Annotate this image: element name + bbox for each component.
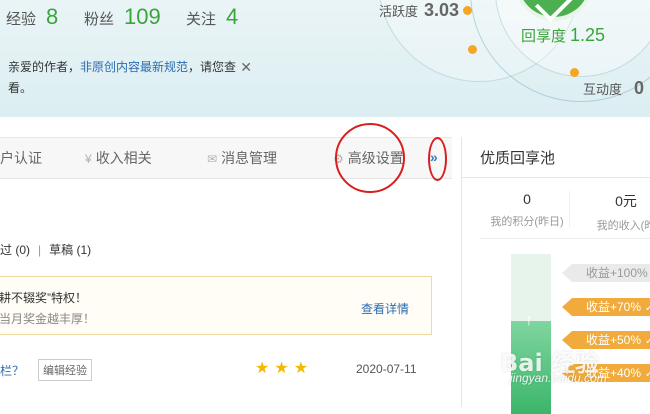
tab-income[interactable]: ¥ 收入相关 <box>85 138 152 178</box>
watermark-url: jingyan.baidu.com <box>510 371 607 385</box>
tab-user-verification[interactable]: 户认证 <box>0 138 42 178</box>
interaction-dot-icon <box>570 68 579 77</box>
item-title[interactable]: 栏？ <box>0 362 24 379</box>
stat-fans[interactable]: 粉丝 109 <box>84 4 161 30</box>
yen-icon: ¥ <box>85 152 92 166</box>
points-cell: 0 我的积分(昨日) <box>490 191 564 228</box>
promo-banner: 耕不辍奖”特权！ 当月奖金越丰厚！ 查看详情 <box>0 276 432 335</box>
draft-filter: 过 (0) | 草稿 (1) <box>0 243 92 257</box>
arrow-up-icon: ↑ <box>525 312 533 329</box>
mail-icon: ✉ <box>207 152 218 166</box>
activity-dot-icon <box>463 6 472 15</box>
view-details-link[interactable]: 查看详情 <box>361 300 409 317</box>
profile-banner: 经验 8 粉丝 109 关注 4 活跃度 3.03 回享度 1.25 互动度 0 亲爱的作者… <box>0 0 650 117</box>
pill-100: 收益+100% <box>562 264 650 282</box>
close-icon[interactable]: ✕ <box>240 57 252 78</box>
pill-70: 收益+70% ✓ <box>561 298 650 316</box>
interaction-metric: 互动度 0 <box>583 78 645 98</box>
annotation-circle-advanced <box>335 123 405 193</box>
income-cell: 0元 我的收入(昨 <box>596 193 650 232</box>
annotation-circle-more <box>428 137 447 181</box>
check-icon: ✓ <box>645 303 650 314</box>
share-dot-icon <box>468 45 477 54</box>
share-metric: 回享度 1.25 <box>521 25 606 45</box>
notice-link[interactable]: 非原创内容最新规范 <box>80 60 188 74</box>
check-icon: ✓ <box>645 369 650 380</box>
stat-experience[interactable]: 经验 8 <box>6 4 58 30</box>
list-item: 栏？ 编辑经验 ★★★ 2020-07-11 <box>0 359 450 381</box>
item-date: 2020-07-11 <box>356 362 417 376</box>
filter-rejected[interactable]: 过 (0) <box>0 243 30 257</box>
check-icon: ✓ <box>645 336 650 347</box>
stat-following[interactable]: 关注 4 <box>186 4 238 30</box>
activity-metric: 活跃度 3.03 <box>379 0 460 20</box>
divider <box>462 177 650 178</box>
rating-stars: ★★★ <box>255 360 314 377</box>
panel-title: 优质回享池 <box>480 150 556 167</box>
pool-gauge <box>511 254 551 414</box>
tab-messages[interactable]: ✉ 消息管理 <box>207 138 277 178</box>
divider <box>569 191 570 227</box>
divider <box>480 238 650 239</box>
notice-bar: 亲爱的作者，非原创内容最新规范，请您查 ✕ 看。 <box>8 57 252 95</box>
filter-drafts[interactable]: 草稿 (1) <box>49 243 91 257</box>
edit-experience-button[interactable]: 编辑经验 <box>38 359 92 381</box>
